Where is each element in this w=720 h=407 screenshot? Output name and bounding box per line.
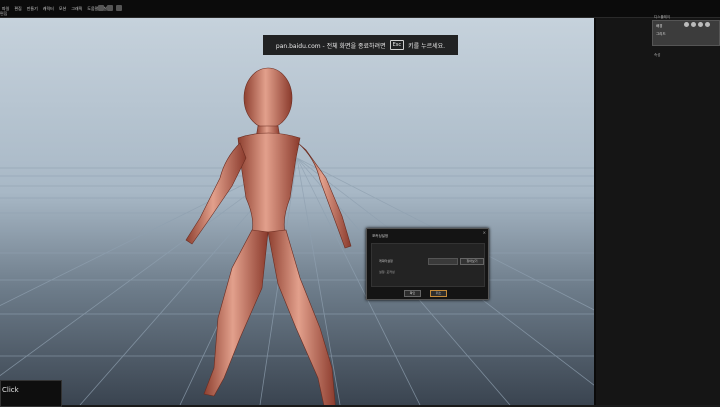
fullscreen-notice: pan.baidu.com - 전체 화면을 종료하려면 Esc 키를 누르세요… [263, 35, 458, 55]
close-icon[interactable]: × [483, 230, 486, 235]
notice-text-after: 키를 누르세요. [408, 42, 446, 50]
properties-label: 속성 [654, 53, 661, 57]
tool-icon[interactable] [107, 5, 113, 11]
option-icons [684, 22, 710, 27]
secondary-label: 설정: 포커싱 [379, 270, 395, 274]
toggle-icon[interactable] [698, 22, 703, 27]
floor-grid [0, 67, 594, 405]
notice-text: pan.baidu.com - 전체 화면을 종료하려면 [275, 42, 386, 50]
menu-item[interactable]: 캐릭터 [43, 6, 54, 12]
browse-button[interactable]: 찾아보기 [460, 258, 484, 265]
menu-item[interactable]: 도움말 [87, 6, 98, 12]
menu-item[interactable]: 그래픽 [71, 6, 82, 12]
esc-key-badge: Esc [389, 40, 405, 50]
3d-viewport[interactable]: pan.baidu.com - 전체 화면을 종료하려면 Esc 키를 누르세요… [0, 18, 594, 405]
primary-label: 캐릭터설정 [379, 259, 393, 263]
hint-text: Click [2, 386, 19, 394]
character-model [185, 67, 352, 405]
menu-item[interactable]: 만들기 [27, 6, 38, 12]
ok-button[interactable]: 확인 [404, 290, 421, 297]
option-background[interactable]: 배경 [656, 24, 662, 29]
toggle-icon[interactable] [705, 22, 710, 27]
menu-item[interactable]: 편집 [14, 6, 21, 12]
path-input[interactable] [428, 258, 458, 265]
tab-edit[interactable]: 편집 [0, 11, 7, 17]
dialog-content [371, 243, 485, 287]
focus-settings-dialog: 포커싱설정 × 캐릭터설정 찾아보기 설정: 포커싱 확인 취소 [366, 228, 489, 300]
click-hint: Click [0, 380, 62, 407]
tool-icon[interactable] [98, 5, 104, 11]
menu-bar: 파일 편집 만들기 캐릭터 모션 그래픽 도움말 설정 창 편집 [0, 0, 720, 18]
dialog-title: 포커싱설정 [372, 234, 389, 238]
option-grid[interactable]: 그리드 [656, 32, 666, 37]
toggle-icon[interactable] [684, 22, 689, 27]
cancel-button[interactable]: 취소 [430, 290, 447, 297]
right-panel: 디스플레이 배경 그리드 속성 [594, 15, 720, 405]
toolbar-icons [98, 5, 122, 11]
toggle-icon[interactable] [691, 22, 696, 27]
tool-icon[interactable] [116, 5, 122, 11]
menu-item[interactable]: 모션 [59, 6, 66, 12]
display-options: 배경 그리드 [652, 20, 720, 46]
